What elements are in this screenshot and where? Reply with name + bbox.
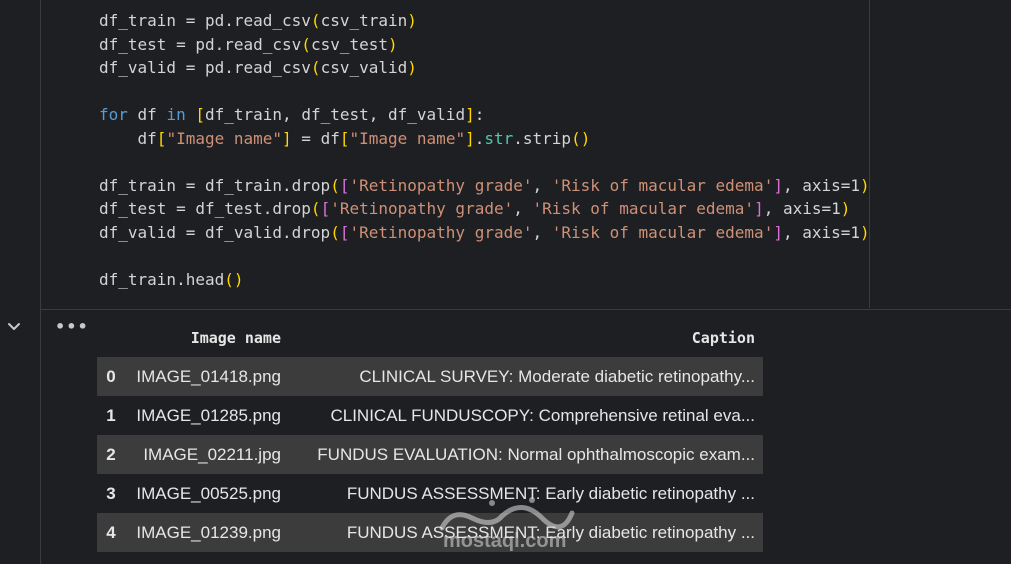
row-index: 2 [97,435,121,474]
column-header-caption: Caption [691,328,755,347]
chevron-down-icon[interactable] [5,318,23,336]
code-line: df["Image name"] = df["Image name"].str.… [99,128,591,148]
cell-caption: CLINICAL FUNDUSCOPY: Comprehensive retin… [289,396,763,435]
code-line: df_train.head() [99,269,244,289]
row-index: 3 [97,474,121,513]
more-horizontal-icon[interactable]: ••• [55,319,89,335]
code-line: df_valid = df_valid.drop(['Retinopathy g… [99,222,870,242]
cell-image-name: IMAGE_01239.png [121,513,289,552]
code-line: df_valid = pd.read_csv(csv_valid) [99,58,417,77]
code-line: df_test = df_test.drop(['Retinopathy gra… [99,199,851,218]
table-row: 1 IMAGE_01285.png CLINICAL FUNDUSCOPY: C… [97,396,763,435]
cell-gutter [0,0,40,564]
code-line: for df in [df_train, df_test, df_valid]: [99,105,485,124]
cell-caption: FUNDUS ASSESSMENT: Early diabetic retino… [289,474,763,513]
code-line: df_test = pd.read_csv(csv_test) [99,34,398,54]
row-index: 0 [97,357,121,396]
cell-caption: CLINICAL SURVEY: Moderate diabetic retin… [289,357,763,396]
row-index: 1 [97,396,121,435]
table-header-row: Image name Caption [97,318,763,357]
cell-image-name: IMAGE_01418.png [121,357,289,396]
row-index: 4 [97,513,121,552]
code-line: df_train = pd.read_csv(csv_train) [99,11,417,30]
code-editor[interactable]: df_train = pd.read_csv(csv_train) df_test… [99,9,870,291]
watermark-text: mostaql.com [443,530,567,552]
table-row: 4 IMAGE_01239.png FUNDUS ASSESSMENT: Ear… [97,513,763,552]
cell-image-name: IMAGE_02211.jpg [121,435,289,474]
cell-caption: FUNDUS EVALUATION: Normal ophthalmoscopi… [289,435,763,474]
table-row: 0 IMAGE_01418.png CLINICAL SURVEY: Moder… [97,357,763,396]
column-header-index [97,318,121,357]
cell-image-name: IMAGE_01285.png [121,396,289,435]
dataframe-table: Image name Caption 0 IMAGE_01418.png CLI… [97,318,763,552]
table-row: 3 IMAGE_00525.png FUNDUS ASSESSMENT: Ear… [97,474,763,513]
cell-image-name: IMAGE_00525.png [121,474,289,513]
table-row: 2 IMAGE_02211.jpg FUNDUS EVALUATION: Nor… [97,435,763,474]
code-line: df_train = df_train.drop(['Retinopathy g… [99,175,870,195]
column-header-image-name: Image name [190,328,281,347]
